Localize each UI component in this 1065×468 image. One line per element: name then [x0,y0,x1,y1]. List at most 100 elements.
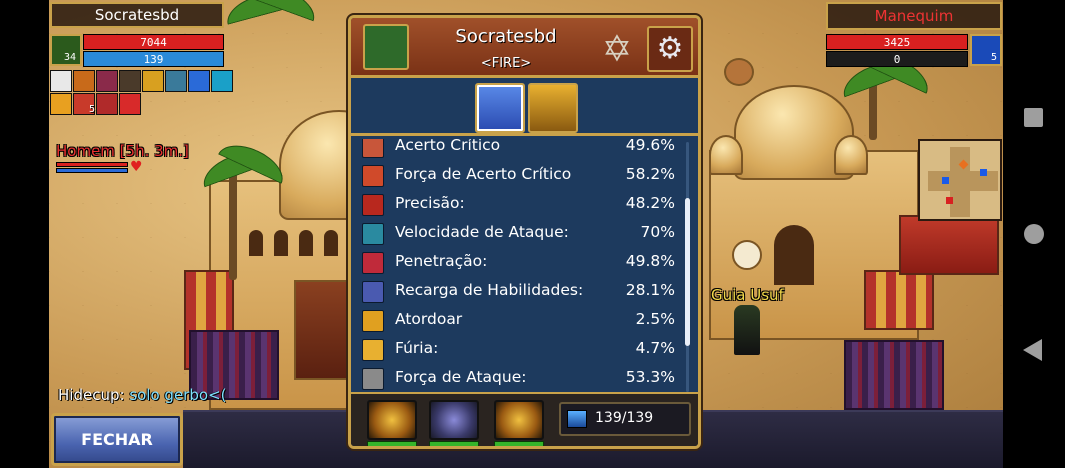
stun-icon [362,310,384,332]
mana-value: 139/139 [595,410,654,426]
close-button[interactable]: FECHAR [51,413,183,466]
pot [724,58,754,86]
stat-row: Força de Ataque: 53.3% [359,365,681,394]
stall [294,280,354,380]
panel-player-name: Socratesbd [455,26,557,47]
stat-value: 49.6% [625,139,675,154]
stat-value: 49.8% [625,252,675,270]
stat-label: Força de Acerto Crítico [395,165,572,183]
chat-message: solo gerbo<( [129,386,227,404]
arch [774,225,814,285]
stat-value: 48.2% [625,194,675,212]
panel-guild-name: <FIRE> [480,56,532,71]
arch [249,230,263,256]
red-tent [899,215,999,275]
arch [299,230,313,256]
buff-icon[interactable] [73,70,95,92]
buff-icon[interactable] [96,70,118,92]
crown-icon[interactable] [970,34,1002,66]
buff-icon[interactable] [50,93,72,115]
tab-defense-stats-icon[interactable] [528,83,578,133]
panel-tabs [351,81,698,136]
stat-row: Força de Acerto Crítico 58.2% [359,162,681,191]
stat-value: 4.7% [635,339,675,357]
target-rank: 5 [991,52,998,63]
panel-header: Socratesbd <FIRE> ✡ ⚙ [351,18,698,78]
skill-slot-icon[interactable] [494,400,544,440]
target-hp-bar: 3425 [826,34,968,50]
stat-row: Recarga de Habilidades: 28.1% [359,278,681,307]
arch [274,230,288,256]
stat-label: Penetração: [395,252,488,270]
player-name: Socratesbd [50,2,224,28]
npc-hp-bar [56,162,128,167]
tab-attack-stats-icon[interactable] [475,83,525,133]
fury-icon [362,339,384,361]
stat-value: 70% [640,223,675,241]
stat-row: Acerto Crítico 49.6% [359,139,681,162]
buff-stack-count: 5 [89,104,96,115]
target-mp-bar: 0 [826,51,968,67]
small-dome [709,135,743,175]
chat-sender: Hidecup: [58,386,125,404]
npc-mp-bar [56,168,128,173]
heart-icon: ♥ [130,159,143,175]
buff-icon[interactable] [188,70,210,92]
buff-icon[interactable] [50,70,72,92]
skill-slot-icon[interactable] [429,400,479,440]
back-icon[interactable] [1023,339,1042,361]
crit-power-icon [362,165,384,187]
minimap[interactable] [918,139,1002,221]
player-mp-bar: 139 [83,51,224,67]
class-swords-icon [363,24,409,70]
penetration-icon [362,252,384,274]
npc-timer-label: Homem [5h. 3m.] [56,142,189,160]
buff-icon[interactable] [142,70,164,92]
attack-speed-icon [362,223,384,245]
right-awning [864,270,934,330]
game-screen: Guia Usuf Socratesbd 34 7044 139 5 Homem… [0,0,1065,468]
rank-star-icon[interactable]: ✡ [597,30,637,70]
target-name: Manequim [826,2,1002,30]
stat-row: Velocidade de Ataque: 70% [359,220,681,249]
stat-value: 58.2% [625,165,675,183]
arch [324,230,338,256]
settings-gear-icon[interactable]: ⚙ [647,26,693,72]
minimap-npc-marker [942,177,949,184]
mana-counter: 139/139 [559,402,691,436]
stat-label: Atordoar [395,310,463,328]
player-level: 34 [64,52,77,63]
stat-label: Fúria: [395,339,439,357]
buff-icon[interactable] [165,70,187,92]
quest-bubble-icon[interactable] [732,240,762,270]
stat-label: Velocidade de Ataque: [395,223,569,241]
guide-name-label: Guia Usuf [711,286,784,304]
stat-label: Precisão: [395,194,465,212]
buff-icon[interactable] [96,93,118,115]
stat-row: Atordoar 2.5% [359,307,681,336]
skill-cooldown-bar [494,441,544,446]
cooldown-icon [362,281,384,303]
recent-apps-icon[interactable] [1024,108,1043,127]
stat-value: 53.3% [625,368,675,386]
chat-line: Hidecup: solo gerbo<( [58,386,226,404]
mana-icon [567,410,587,428]
stat-value: 28.1% [625,281,675,299]
scrollbar-thumb[interactable] [685,198,690,346]
small-dome [834,135,868,175]
guide-npc[interactable] [734,305,760,355]
precision-icon [362,194,384,216]
buff-icon[interactable] [119,70,141,92]
character-stats-panel: Socratesbd <FIRE> ✡ ⚙ Acerto Crítico 49.… [348,15,701,449]
minimap-npc-marker [980,169,987,176]
purple-rug [844,340,944,410]
stat-value: 2.5% [635,310,675,328]
stats-list[interactable]: Acerto Crítico 49.6% Força de Acerto Crí… [359,139,689,394]
minimap-exit-marker [946,197,953,204]
home-icon[interactable] [1024,224,1044,244]
buff-icon[interactable] [211,70,233,92]
buff-icon[interactable] [119,93,141,115]
stat-label: Força de Ataque: [395,368,527,386]
skill-slot-icon[interactable] [367,400,417,440]
stat-row: Fúria: 4.7% [359,336,681,365]
